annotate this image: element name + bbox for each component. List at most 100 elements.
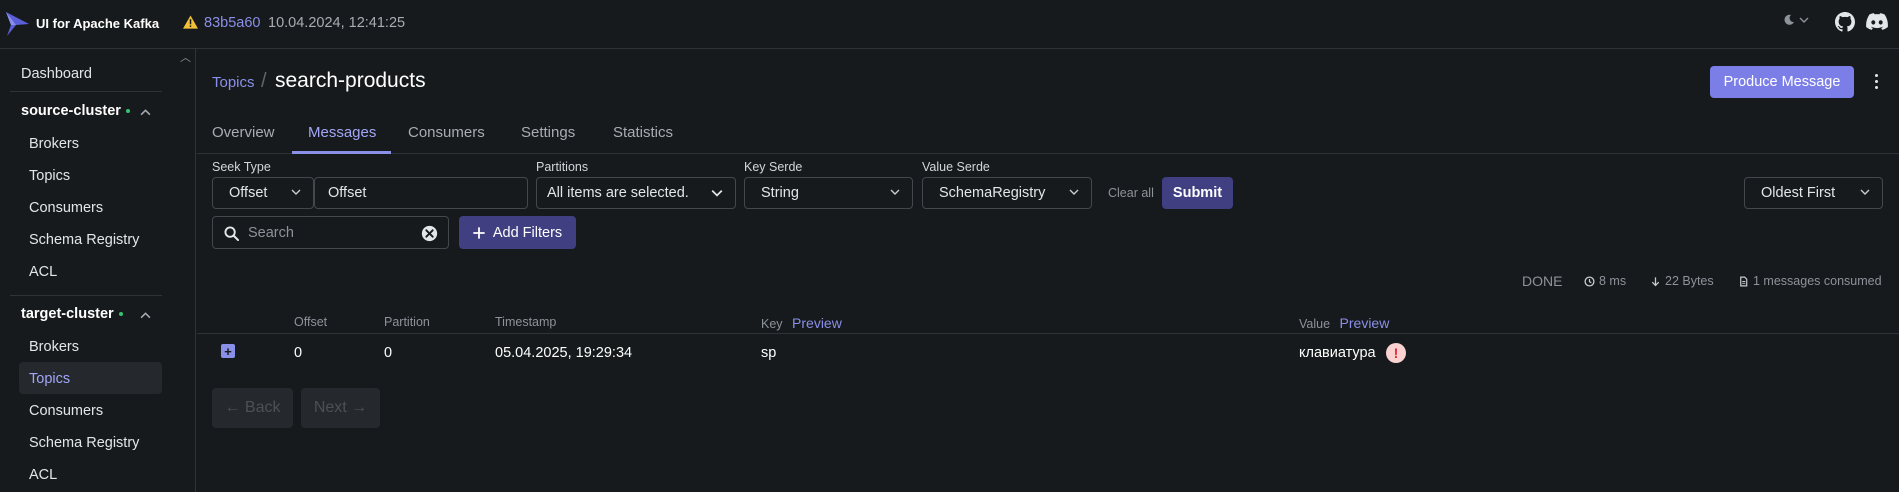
cell-key: sp <box>761 345 777 361</box>
cell-timestamp: 05.04.2025, 19:29:34 <box>495 345 633 361</box>
page-title: search-products <box>275 69 426 92</box>
sidebar-item-brokers[interactable]: Brokers <box>29 339 79 355</box>
chevron-down-icon <box>291 189 301 195</box>
value-preview-link[interactable]: Preview <box>1340 315 1390 331</box>
partitions-select[interactable]: All items are selected. <box>536 177 736 209</box>
cell-value: клавиатура <box>1299 345 1376 361</box>
add-filters-button[interactable]: Add Filters <box>459 216 576 249</box>
back-button[interactable]: ← Back <box>212 388 293 428</box>
column-header-key: Key Preview <box>761 315 842 331</box>
version-link[interactable]: 83b5a60 <box>204 15 260 31</box>
seek-type-label: Seek Type <box>212 160 271 174</box>
moon-icon <box>1784 14 1794 25</box>
discord-icon[interactable] <box>1866 13 1888 31</box>
tabs-divider <box>197 153 1899 154</box>
key-preview-link[interactable]: Preview <box>792 315 842 331</box>
sidebar-divider <box>10 295 162 296</box>
search-icon <box>224 226 239 241</box>
column-header-offset: Offset <box>294 315 328 329</box>
plus-icon <box>472 226 485 239</box>
messages-stat: 1 messages consumed <box>1738 274 1882 288</box>
partitions-label: Partitions <box>536 160 589 174</box>
sidebar-scroll-up-icon[interactable]: ︿ <box>180 49 191 65</box>
cell-partition: 0 <box>384 345 393 361</box>
chevron-up-icon[interactable] <box>140 310 151 321</box>
chevron-down-icon <box>890 189 900 195</box>
search-input[interactable] <box>248 223 418 243</box>
sidebar-item-brokers[interactable]: Brokers <box>29 136 79 152</box>
status-state: DONE <box>1522 273 1563 289</box>
key-serde-value: String <box>761 185 799 201</box>
top-navbar: UI for Apache Kafka 83b5a60 10.04.2024, … <box>0 0 1899 49</box>
github-icon[interactable] <box>1835 12 1855 32</box>
cell-offset: 0 <box>294 345 303 361</box>
partitions-value: All items are selected. <box>547 185 689 201</box>
bytes-consumed: 22 Bytes <box>1665 274 1714 288</box>
value-serde-value: SchemaRegistry <box>939 185 1046 201</box>
kafka-logo-icon[interactable] <box>5 11 30 37</box>
warning-icon <box>183 15 198 29</box>
value-serde-label: Value Serde <box>922 160 990 174</box>
chevron-down-icon <box>711 190 723 197</box>
messages-consumed: 1 messages consumed <box>1753 274 1882 288</box>
cluster-source[interactable]: source-cluster <box>21 103 130 119</box>
more-options-icon[interactable] <box>1870 68 1882 94</box>
active-tab-indicator <box>292 151 391 154</box>
arrow-down-icon <box>1651 276 1660 286</box>
sidebar-item-schema-registry[interactable]: Schema Registry <box>29 232 139 248</box>
sidebar-item-consumers[interactable]: Consumers <box>29 403 103 419</box>
tab-overview[interactable]: Overview <box>212 124 275 141</box>
sidebar-item-dashboard[interactable]: Dashboard <box>21 66 92 82</box>
tab-consumers[interactable]: Consumers <box>408 124 485 141</box>
sidebar-item-topics-active[interactable]: Topics <box>29 371 70 387</box>
column-header-timestamp: Timestamp <box>495 315 557 329</box>
elapsed-time: 8 ms <box>1599 274 1627 288</box>
produce-message-button[interactable]: Produce Message <box>1710 66 1854 98</box>
add-filters-label: Add Filters <box>492 224 563 241</box>
offset-input[interactable]: Offset <box>314 177 528 209</box>
search-field[interactable] <box>212 216 449 249</box>
tab-messages[interactable]: Messages <box>308 124 376 141</box>
sidebar: ︿ Dashboard source-cluster Brokers Topic… <box>0 49 196 492</box>
sidebar-item-acl[interactable]: ACL <box>29 467 57 483</box>
offset-input-value: Offset <box>328 185 367 201</box>
expand-row-icon[interactable]: + <box>221 344 235 358</box>
sidebar-item-acl[interactable]: ACL <box>29 264 57 280</box>
sidebar-item-topics[interactable]: Topics <box>29 168 70 184</box>
column-header-partition: Partition <box>384 315 430 329</box>
tab-statistics[interactable]: Statistics <box>613 124 673 141</box>
submit-button[interactable]: Submit <box>1162 177 1233 209</box>
next-button[interactable]: Next → <box>301 388 380 428</box>
error-alert-icon[interactable]: ! <box>1386 343 1406 363</box>
value-header-label: Value <box>1299 317 1331 331</box>
bytes-stat: 22 Bytes <box>1650 274 1714 288</box>
theme-toggle[interactable] <box>1783 14 1809 26</box>
column-header-value: Value Preview <box>1299 315 1389 331</box>
tab-settings[interactable]: Settings <box>521 124 575 141</box>
sidebar-item-consumers[interactable]: Consumers <box>29 200 103 216</box>
clock-icon <box>1584 275 1595 287</box>
sidebar-divider <box>10 91 162 92</box>
cluster-online-indicator <box>125 109 130 113</box>
key-serde-select[interactable]: String <box>744 177 913 209</box>
value-serde-select[interactable]: SchemaRegistry <box>922 177 1092 209</box>
key-serde-label: Key Serde <box>744 160 803 174</box>
elapsed-stat: 8 ms <box>1584 274 1626 288</box>
key-header-label: Key <box>761 317 783 331</box>
cluster-target[interactable]: target-cluster <box>21 306 123 322</box>
sort-order-value: Oldest First <box>1761 185 1836 201</box>
seek-type-select[interactable]: Offset <box>212 177 314 209</box>
chevron-down-icon <box>1799 17 1809 23</box>
document-icon <box>1740 276 1748 286</box>
clear-search-icon[interactable] <box>421 225 438 242</box>
clear-all-button[interactable]: Clear all <box>1108 186 1154 200</box>
cluster-online-indicator <box>118 312 123 316</box>
chevron-down-icon <box>1069 189 1079 195</box>
app-brand[interactable]: UI for Apache Kafka <box>36 16 159 31</box>
sort-order-select[interactable]: Oldest First <box>1744 177 1883 209</box>
breadcrumb-topics-link[interactable]: Topics <box>212 74 255 91</box>
table-header-divider <box>197 333 1899 334</box>
chevron-up-icon[interactable] <box>140 107 151 118</box>
chevron-down-icon <box>1860 189 1870 195</box>
sidebar-item-schema-registry[interactable]: Schema Registry <box>29 435 139 451</box>
